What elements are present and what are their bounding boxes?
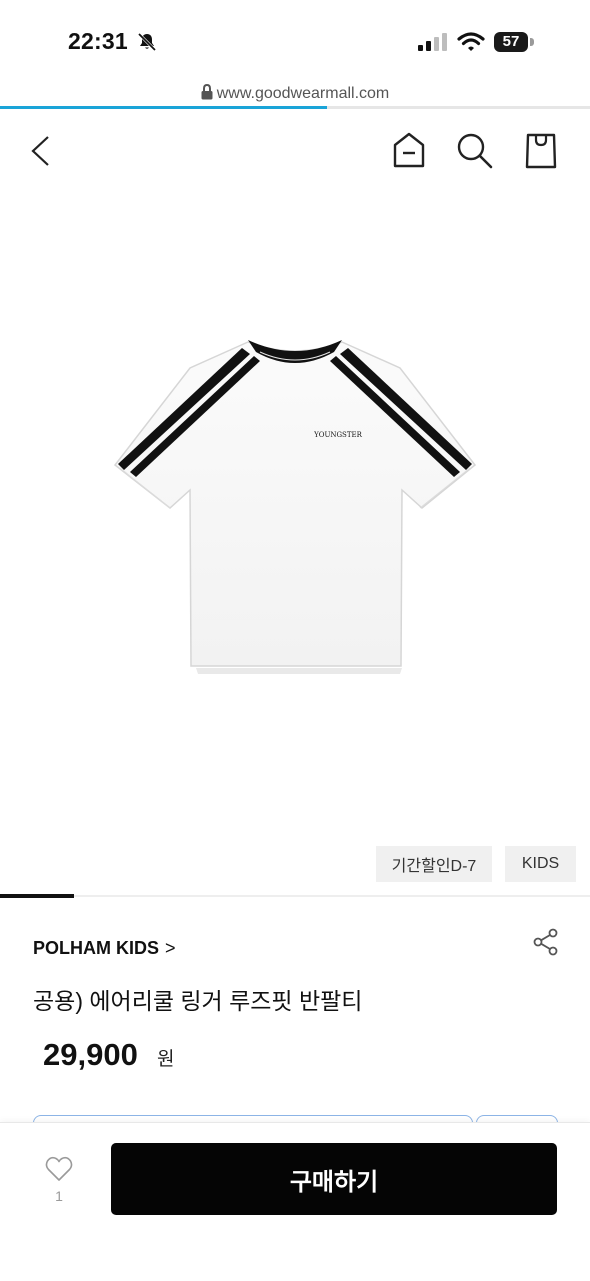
- tag-kids: KIDS: [505, 846, 576, 882]
- battery-icon: 57: [494, 32, 536, 54]
- back-chevron-icon[interactable]: [28, 134, 52, 168]
- image-pager-indicator: [0, 894, 74, 898]
- page-load-progress: [0, 106, 590, 109]
- heart-icon[interactable]: [45, 1156, 73, 1182]
- brand-link[interactable]: POLHAM KIDS >: [33, 938, 176, 959]
- image-pager-track: [0, 895, 590, 897]
- brand-name: POLHAM KIDS: [33, 938, 159, 958]
- price-currency: 원: [157, 1049, 175, 1070]
- tag-period-discount: 기간할인D-7: [376, 846, 492, 882]
- shopping-bag-icon[interactable]: [524, 130, 558, 170]
- product-title: 공용) 에어리쿨 링거 루즈핏 반팔티: [33, 988, 363, 1014]
- lock-icon: [201, 84, 213, 100]
- share-icon[interactable]: [533, 928, 559, 956]
- product-image[interactable]: YOUNGSTER: [110, 330, 480, 675]
- battery-level: 57: [502, 33, 520, 50]
- search-icon[interactable]: [456, 132, 494, 170]
- wifi-icon: [457, 32, 485, 51]
- page-load-progress-fill: [0, 106, 328, 109]
- buy-button[interactable]: 구매하기: [111, 1143, 557, 1215]
- product-price: 29,900: [43, 1037, 138, 1072]
- status-time: 22:31: [68, 28, 128, 54]
- chest-print: YOUNGSTER: [313, 431, 363, 439]
- home-icon[interactable]: [392, 131, 426, 169]
- signal-icon: [418, 33, 447, 51]
- url-bar[interactable]: www.goodwearmall.com: [0, 84, 590, 106]
- url-text: www.goodwearmall.com: [216, 85, 390, 102]
- like-count: 1: [55, 1188, 63, 1204]
- brand-chevron: >: [165, 938, 176, 958]
- bell-slash-icon: [137, 32, 157, 52]
